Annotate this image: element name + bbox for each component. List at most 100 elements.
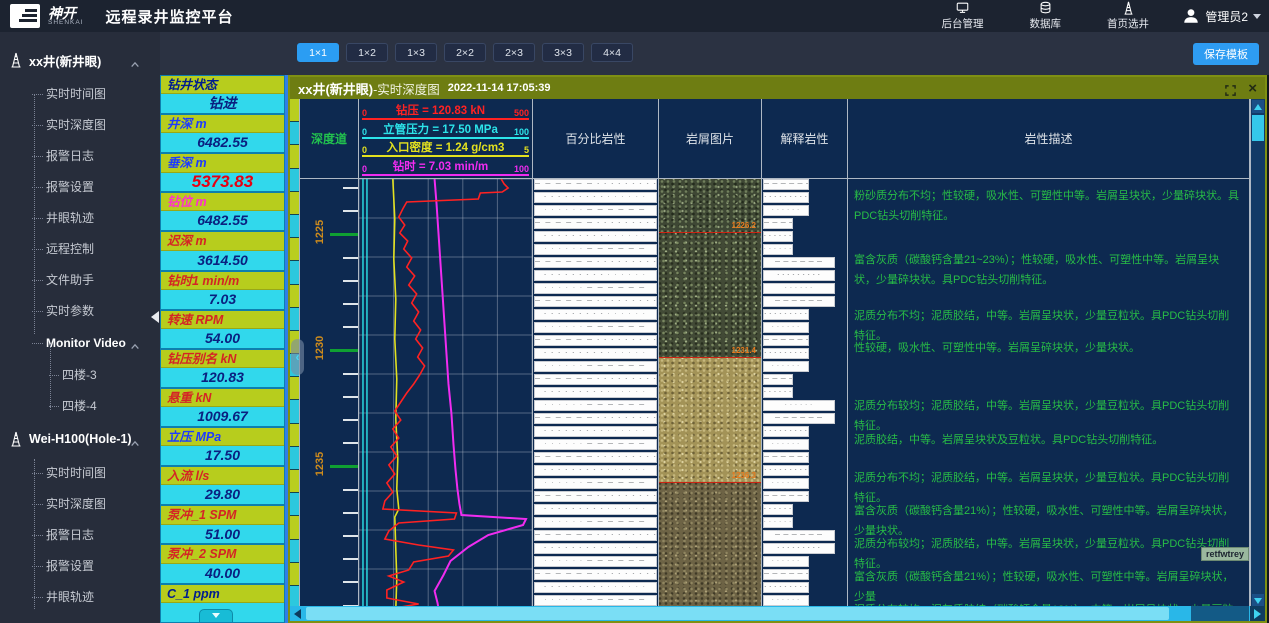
percent-lithology-header: 百分比岩性 xyxy=(533,99,658,179)
save-template-button[interactable]: 保存模板 xyxy=(1193,43,1259,65)
curve-legend-row[interactable]: 0钻时 = 7.03 min/m100 xyxy=(362,157,529,176)
percent-lithology-row: — — — — — — - - - - - - - - - xyxy=(534,413,657,424)
logo-main: 神开 xyxy=(48,6,84,20)
tree-item[interactable]: Monitor Video xyxy=(0,326,160,359)
interpreted-lithology-bar: - - - - - - - - - xyxy=(763,348,809,359)
parameter-value: 40.00 xyxy=(161,564,284,585)
tree-item-label: 报警日志 xyxy=(46,526,94,543)
window-title-well: xx井(新井眼) xyxy=(298,79,373,98)
depth-tick-minor xyxy=(343,257,358,259)
percent-lithology-row: — — — — — — - - - - - - - - - xyxy=(534,296,657,307)
interpreted-lithology-bar: - - - - - - - - - xyxy=(763,426,809,437)
panel-collapse-handle[interactable]: ‹ xyxy=(291,339,304,375)
nav-后台管理[interactable]: 后台管理 xyxy=(942,1,984,31)
tree-item-label: Monitor Video xyxy=(46,336,126,350)
tree-item-label: 实时深度图 xyxy=(46,495,106,512)
interpreted-lithology-bar: · · · · · · xyxy=(763,595,809,606)
tree-item[interactable]: 远程控制 xyxy=(0,233,160,264)
depth-track-header: 深度道 xyxy=(300,99,358,179)
percent-lithology-row: · · · · · · — — — — — — xyxy=(534,400,657,411)
interpreted-lithology-bar: — — — — — — xyxy=(763,569,809,580)
depth-tick-minor xyxy=(343,581,358,583)
expand-icon[interactable] xyxy=(1225,83,1236,94)
nav-首页选井[interactable]: 首页选井 xyxy=(1107,1,1149,31)
parameter-value: 29.80 xyxy=(161,485,284,506)
percent-lithology-row: - - - - - - - - - · · · · · · xyxy=(534,231,657,242)
layout-buttons: 1×1 1×2 1×3 2×2 2×3 3×3 4×4 xyxy=(297,43,633,62)
percent-lithology-row: - - - - - - - - - · · · · · · xyxy=(534,582,657,593)
parameter-label: 入流 l/s xyxy=(161,467,284,485)
cuttings-photos-header: 岩屑图片 xyxy=(659,99,761,179)
curve-legend-row[interactable]: 0钻压 = 120.83 kN500 xyxy=(362,101,529,120)
tree-item[interactable]: 实时深度图 xyxy=(0,488,160,519)
chevron-down-icon xyxy=(1253,14,1261,19)
horizontal-scroll-thumb[interactable] xyxy=(306,607,1169,620)
interpreted-lithology-bar: - - - - - - - - - xyxy=(763,543,835,554)
chevron-up-icon[interactable] xyxy=(130,57,140,64)
depth-tick-major xyxy=(330,349,358,352)
layout-button-1×3[interactable]: 1×3 xyxy=(395,43,437,62)
tree-item-label: 远程控制 xyxy=(46,240,94,257)
parameter-value: 120.83 xyxy=(161,368,284,389)
vertical-scrollbar[interactable] xyxy=(1250,99,1265,608)
percent-lithology-row: · · · · · · — — — — — — xyxy=(534,205,657,216)
depth-tick-minor xyxy=(343,442,358,444)
percent-lithology-row: - - - - - - - - - · · · · · · xyxy=(534,270,657,281)
scroll-left-icon[interactable] xyxy=(290,606,305,621)
tree-item[interactable]: 实时深度图 xyxy=(0,109,160,140)
layout-button-2×3[interactable]: 2×3 xyxy=(493,43,535,62)
tree-item[interactable]: 文件助手 xyxy=(0,264,160,295)
tree-item[interactable]: 四楼-4 xyxy=(0,390,160,421)
sidebar-collapse-arrow[interactable] xyxy=(151,311,159,323)
vertical-scroll-thumb[interactable] xyxy=(1252,115,1264,141)
percent-lithology-row: - - - - - - - - - · · · · · · xyxy=(534,504,657,515)
parameter-row: 泵冲_2 SPM40.00 xyxy=(161,545,284,584)
chevron-up-icon[interactable] xyxy=(130,339,140,346)
tree-item[interactable]: 报警设置 xyxy=(0,171,160,202)
nav-数据库[interactable]: 数据库 xyxy=(1030,1,1062,31)
tree-item[interactable]: 报警设置 xyxy=(0,550,160,581)
tree-item[interactable]: 井眼轨迹 xyxy=(0,581,160,612)
tree-item-label: xx井(新井眼) xyxy=(29,51,101,70)
user-menu[interactable]: 管理员2 xyxy=(1182,0,1261,32)
tree-item[interactable]: 实时参数 xyxy=(0,295,160,326)
parameter-value: 6482.55 xyxy=(161,133,284,154)
layout-button-4×4[interactable]: 4×4 xyxy=(591,43,633,62)
tree-guide-line xyxy=(34,94,35,334)
tree-item[interactable]: 报警日志 xyxy=(0,140,160,171)
layout-button-1×2[interactable]: 1×2 xyxy=(346,43,388,62)
horizontal-scrollbar[interactable] xyxy=(290,606,1265,621)
derrick-icon xyxy=(8,430,24,448)
tree-item[interactable]: 实时时间图 xyxy=(0,457,160,488)
depth-tick-major xyxy=(330,233,358,236)
tree-item[interactable]: 报警日志 xyxy=(0,519,160,550)
layout-button-3×3[interactable]: 3×3 xyxy=(542,43,584,62)
interpreted-lithology-bar: — — — — — — xyxy=(763,179,809,190)
parameter-label: 悬重 kN xyxy=(161,389,284,407)
tree-item[interactable]: xx井(新井眼) xyxy=(0,42,160,78)
close-icon[interactable]: × xyxy=(1248,81,1257,96)
percent-lithology-row: - - - - - - - - - · · · · · · xyxy=(534,309,657,320)
interpreted-lithology-bar: · · · · · · xyxy=(763,517,793,528)
parameter-value: 钻进 xyxy=(161,94,284,115)
tree-item[interactable]: Wei-H100(Hole-1) xyxy=(0,421,160,457)
depth-tick-major xyxy=(330,465,358,468)
percent-lithology-row: — — — — — — - - - - - - - - - xyxy=(534,491,657,502)
interpreted-lithology-bar: - - - - - - - - - xyxy=(763,192,809,203)
tree-item[interactable]: 实时时间图 xyxy=(0,78,160,109)
layout-toolbar: 1×1 1×2 1×3 2×2 2×3 3×3 4×4 保存模板 xyxy=(160,32,1269,75)
tree-item[interactable]: 井眼轨迹 xyxy=(0,202,160,233)
chevron-up-icon[interactable] xyxy=(130,436,140,443)
scroll-up-icon[interactable] xyxy=(1252,100,1264,113)
tree-item[interactable]: 四楼-3 xyxy=(0,359,160,390)
layout-button-2×2[interactable]: 2×2 xyxy=(444,43,486,62)
layout-button-1×1[interactable]: 1×1 xyxy=(297,43,339,62)
parameter-label: 井深 m xyxy=(161,115,284,133)
interpreted-lithology-bar: — — — — — — xyxy=(763,335,809,346)
chart-grid: ‹ 深度道 122512301235 0钻压 = 120.83 kN5000立管… xyxy=(290,99,1265,608)
scroll-right-icon[interactable] xyxy=(1250,606,1265,621)
parameter-dropdown-tab[interactable] xyxy=(199,609,233,622)
percent-lithology-row: — — — — — — - - - - - - - - - xyxy=(534,452,657,463)
curve-legend-row[interactable]: 0立管压力 = 17.50 MPa100 xyxy=(362,120,529,139)
curve-legend-row[interactable]: 0入口密度 = 1.24 g/cm35 xyxy=(362,139,529,158)
